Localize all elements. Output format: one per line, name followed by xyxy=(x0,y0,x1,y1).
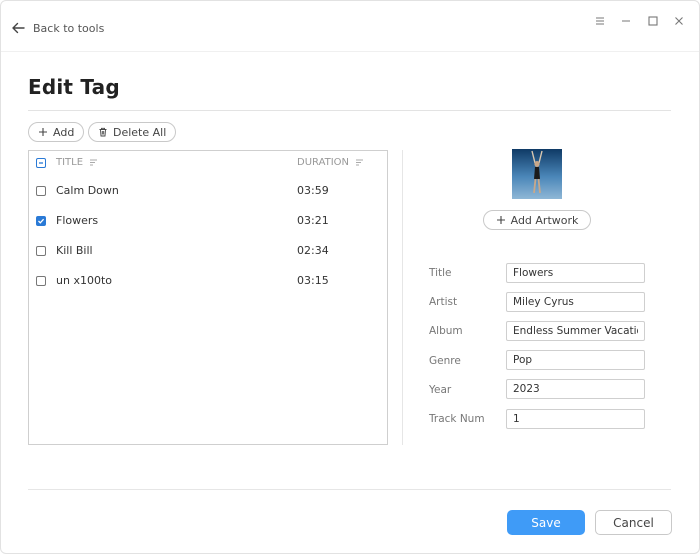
minimize-button[interactable] xyxy=(618,13,634,29)
album-artwork xyxy=(512,149,562,199)
row-checkbox[interactable] xyxy=(36,216,46,226)
track-title: Flowers xyxy=(56,214,99,227)
tracks-table: TITLE DURATION Calm Down 03:59 Flowers 0… xyxy=(28,150,388,445)
close-icon xyxy=(675,17,683,25)
table-row[interactable]: un x100to 03:15 xyxy=(29,266,387,296)
track-duration: 03:59 xyxy=(297,184,329,197)
indeterminate-icon xyxy=(39,162,43,164)
titlebar-divider xyxy=(1,51,699,52)
hamburger-icon xyxy=(596,17,604,25)
sort-icon xyxy=(90,159,98,166)
artist-label: Artist xyxy=(429,296,458,308)
menu-button[interactable] xyxy=(592,13,608,29)
add-artwork-button[interactable]: Add Artwork xyxy=(483,210,591,230)
maximize-icon xyxy=(648,16,658,26)
column-duration[interactable]: DURATION xyxy=(297,157,364,168)
delete-all-label: Delete All xyxy=(113,125,167,139)
close-button[interactable] xyxy=(671,13,687,29)
trash-icon xyxy=(99,127,107,137)
sort-icon xyxy=(356,159,364,166)
album-field[interactable] xyxy=(506,321,645,341)
track-num-label: Track Num xyxy=(429,413,485,425)
table-row[interactable]: Kill Bill 02:34 xyxy=(29,236,387,266)
year-label: Year xyxy=(429,384,452,396)
row-checkbox[interactable] xyxy=(36,246,46,256)
panel-divider xyxy=(402,150,403,445)
track-title: un x100to xyxy=(56,274,112,287)
track-duration: 02:34 xyxy=(297,244,329,257)
title-divider xyxy=(28,110,671,111)
column-title[interactable]: TITLE xyxy=(56,157,98,168)
table-row[interactable]: Flowers 03:21 xyxy=(29,206,387,236)
track-num-field[interactable] xyxy=(506,409,645,429)
add-artwork-label: Add Artwork xyxy=(510,213,579,227)
table-row[interactable]: Calm Down 03:59 xyxy=(29,176,387,206)
select-all-checkbox[interactable] xyxy=(36,158,46,168)
year-field[interactable] xyxy=(506,379,645,399)
add-label: Add xyxy=(53,125,75,139)
table-header: TITLE DURATION xyxy=(29,151,387,175)
footer-divider xyxy=(28,489,671,490)
plus-icon xyxy=(496,216,505,224)
add-button[interactable]: Add xyxy=(28,122,85,142)
plus-icon xyxy=(39,128,47,136)
title-label: Title xyxy=(429,267,452,279)
save-button[interactable]: Save xyxy=(507,510,585,535)
genre-label: Genre xyxy=(429,355,461,367)
arrow-left-icon xyxy=(12,22,25,34)
maximize-button[interactable] xyxy=(645,13,661,29)
edit-tag-window: Back to tools Edit Tag Add Delete All TI… xyxy=(0,0,700,554)
album-label: Album xyxy=(429,325,463,337)
column-duration-label: DURATION xyxy=(297,157,350,168)
page-title: Edit Tag xyxy=(28,75,120,99)
title-field[interactable] xyxy=(506,263,645,283)
track-title: Calm Down xyxy=(56,184,119,197)
genre-field[interactable] xyxy=(506,350,645,370)
minimize-icon xyxy=(622,20,630,22)
back-to-tools-link[interactable]: Back to tools xyxy=(11,18,104,38)
cancel-button[interactable]: Cancel xyxy=(595,510,672,535)
track-duration: 03:15 xyxy=(297,274,329,287)
track-title: Kill Bill xyxy=(56,244,93,257)
track-duration: 03:21 xyxy=(297,214,329,227)
row-checkbox[interactable] xyxy=(36,186,46,196)
row-checkbox[interactable] xyxy=(36,276,46,286)
delete-all-button[interactable]: Delete All xyxy=(88,122,177,142)
back-label: Back to tools xyxy=(33,21,105,35)
column-title-label: TITLE xyxy=(56,157,84,168)
checkmark-icon xyxy=(38,218,45,224)
artist-field[interactable] xyxy=(506,292,645,312)
